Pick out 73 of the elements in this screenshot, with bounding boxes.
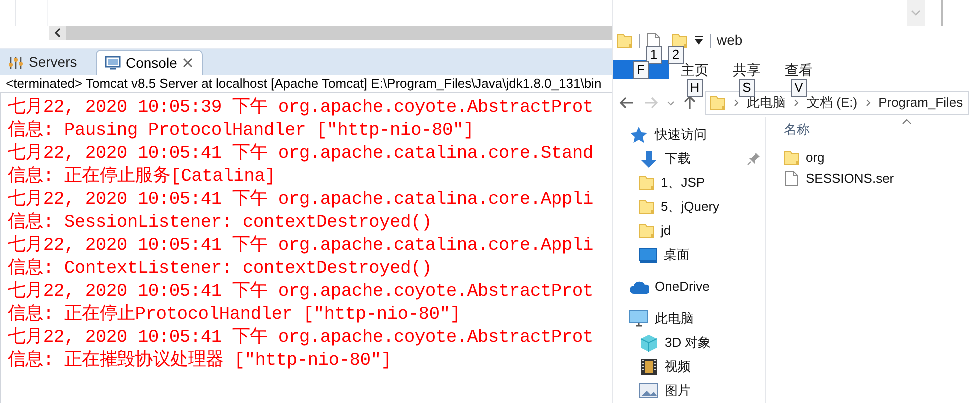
image-icon — [639, 382, 659, 400]
log-line: 信息: 正在摧毁协议处理器 ["http-nio-80"] — [8, 350, 393, 373]
log-line: 七月22, 2020 10:05:41 下午 org.apache.coyote.AbstractProt — [8, 327, 594, 350]
star-icon — [629, 126, 649, 144]
sort-caret-icon — [902, 119, 912, 125]
log-line: 信息: SessionListener: contextDestroyed() — [8, 212, 433, 235]
nav-item[interactable]: jd — [613, 219, 765, 243]
keytip: 2 — [668, 46, 684, 64]
scrollbar-thumb[interactable] — [66, 26, 612, 40]
nav-item[interactable]: 此电脑 — [613, 307, 765, 331]
cloud-icon — [629, 279, 649, 295]
ribbon-tab[interactable]: 共享 — [721, 60, 773, 80]
view-tab[interactable]: Console — [96, 50, 204, 75]
file-icon — [784, 170, 800, 186]
log-line: 七月22, 2020 10:05:41 下午 org.apache.catalina.core.Appli — [8, 235, 594, 258]
log-line: 七月22, 2020 10:05:41 下午 org.apache.catalina.core.Stand — [8, 143, 594, 166]
keytip: 1 — [646, 46, 662, 64]
nav-item[interactable]: 视频 — [613, 355, 765, 379]
forward-arrow-icon — [643, 96, 659, 110]
chevron-icon — [866, 99, 871, 108]
chevron-icon — [734, 99, 739, 108]
file-icon — [646, 32, 662, 49]
nav-item[interactable]: 桌面 — [613, 243, 765, 267]
log-line: 信息: ContextListener: contextDestroyed() — [8, 258, 433, 281]
monitor-icon — [639, 246, 658, 264]
window-title: web — [717, 31, 743, 50]
console-status: <terminated> Tomcat v8.5 Server at localhost [Apache Tomcat] E:\Program_Files\Java\jdk1.8.0_131\bin — [0, 75, 612, 93]
nav-item[interactable]: 5、jQuery — [613, 195, 765, 219]
up-arrow-icon — [683, 95, 697, 112]
folder-icon — [672, 32, 688, 49]
nav-item[interactable]: 下载 — [613, 147, 765, 171]
log-line: 信息: 正在停止ProtocolHandler ["http-nio-80"] — [8, 304, 462, 327]
log-line: 七月22, 2020 10:05:41 下午 org.apache.coyote.AbstractProt — [8, 281, 594, 304]
close-icon — [182, 57, 194, 69]
breadcrumb[interactable]: 文档 (E:) — [807, 93, 858, 113]
log-line: 七月22, 2020 10:05:39 下午 org.apache.coyote.AbstractProt — [8, 97, 594, 120]
chevron-icon — [911, 10, 921, 16]
folder-icon — [639, 199, 655, 215]
keytip: H — [687, 79, 703, 98]
nav-item[interactable]: 1、JSP — [613, 171, 765, 195]
view-tab[interactable]: Servers — [2, 50, 94, 75]
ribbon-tab[interactable]: 查看 — [773, 60, 825, 80]
keytip: S — [739, 79, 755, 98]
folder-icon — [710, 95, 726, 112]
breadcrumb[interactable]: Program_Files — [878, 93, 964, 113]
folder-icon — [639, 175, 655, 191]
log-line: 七月22, 2020 10:05:41 下午 org.apache.catalina.core.Appli — [8, 189, 594, 212]
back-arrow-icon — [619, 96, 635, 110]
log-line: 信息: 正在停止服务[Catalina] — [8, 166, 277, 189]
nav-item[interactable]: 3D 对象 — [613, 331, 765, 355]
chevron-icon — [794, 99, 799, 108]
file-item[interactable]: SESSIONS.ser — [784, 168, 969, 189]
address-bar[interactable]: 此电脑 文档 (E:) Program_Files — [705, 91, 969, 116]
scroll-left-icon[interactable] — [49, 26, 66, 40]
file-item[interactable]: org — [784, 147, 969, 168]
folder-icon — [617, 32, 633, 49]
computer-icon — [629, 310, 649, 328]
keytip: F — [633, 61, 649, 80]
sliders-icon — [8, 54, 24, 70]
dropdown-icon — [694, 36, 704, 46]
down-arrow-icon — [639, 150, 659, 168]
keytip: V — [791, 79, 807, 98]
cube-icon — [639, 334, 659, 352]
nav-item[interactable]: OneDrive — [613, 275, 765, 299]
monitor-icon — [105, 55, 121, 71]
folder-icon — [784, 150, 800, 166]
film-icon — [639, 358, 659, 376]
column-header[interactable]: 名称 — [784, 120, 810, 139]
nav-item[interactable]: 图片 — [613, 379, 765, 403]
nav-item[interactable]: 快速访问 — [613, 123, 765, 147]
chevron-icon — [667, 100, 675, 106]
folder-icon — [639, 223, 655, 239]
log-line: 信息: Pausing ProtocolHandler ["http-nio-80"] — [8, 120, 475, 143]
